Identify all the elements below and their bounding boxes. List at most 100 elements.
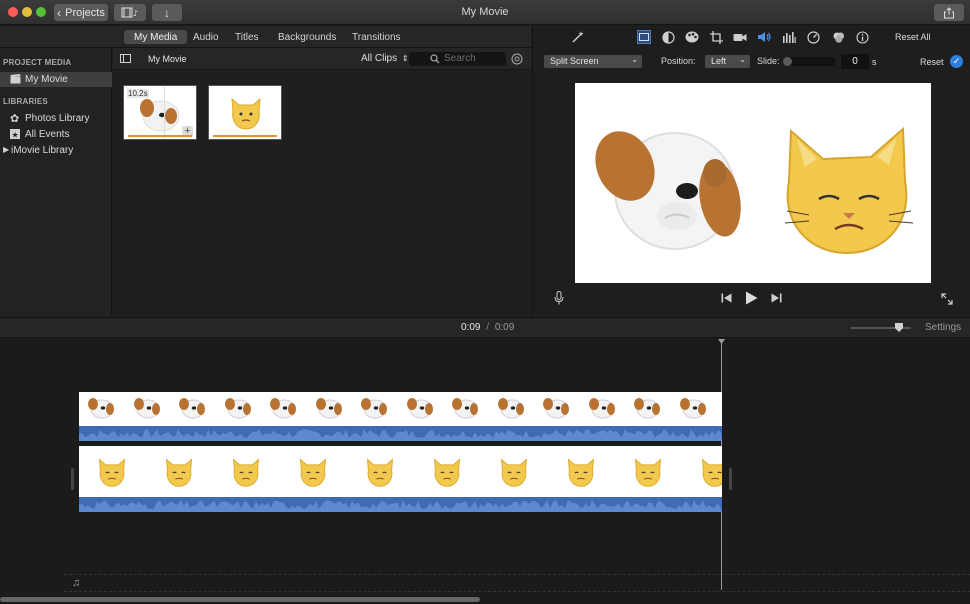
dog-frame-thumbnail [87,396,117,420]
media-tabs-bar: My Media Audio Titles Backgrounds Transi… [0,26,531,48]
play-icon[interactable] [743,290,759,306]
zoom-slider-knob[interactable] [895,323,903,332]
overlay-style-select[interactable]: Split Screen ⌄ [544,55,642,68]
info-icon[interactable] [855,30,869,44]
speed-icon[interactable] [806,30,820,44]
cat-frame-thumbnail [229,455,263,489]
timeline-clip-dog[interactable] [79,392,722,441]
library-sidebar: PROJECT MEDIA My Movie LIBRARIES ✿ Photo… [0,48,112,316]
reset-button[interactable]: Reset [920,57,944,67]
cat-frame-thumbnail [162,455,196,489]
tab-my-media[interactable]: My Media [124,30,188,44]
photos-flower-icon: ✿ [10,113,20,125]
fullscreen-icon[interactable] [940,292,954,306]
timeline-horizontal-scrollbar[interactable] [0,597,480,602]
libraries-header: LIBRARIES [3,97,48,106]
clip-trim-handle-right[interactable] [729,468,732,490]
position-select[interactable]: Left ⌄ [705,55,750,68]
overlay-settings-bar: Split Screen ⌄ Position: Left ⌄ Slide: 0… [533,52,970,74]
dog-frame-thumbnail [269,396,299,420]
reset-all-button[interactable]: Reset All [895,32,931,42]
cat-frame-thumbnail [631,455,665,489]
dog-frame-thumbnail [224,396,254,420]
clip-used-bar [213,135,277,137]
slide-unit-label: s [872,57,877,67]
clip-trim-handle-left[interactable] [71,468,74,490]
dog-frame-thumbnail [588,396,618,420]
cat-frame-thumbnail [698,455,722,489]
video-preview[interactable] [575,83,931,283]
share-button[interactable] [934,4,964,21]
tab-titles[interactable]: Titles [235,30,259,44]
tab-backgrounds[interactable]: Backgrounds [278,30,336,44]
search-placeholder: Search [444,53,476,64]
chevron-down-icon: ⌄ [739,55,746,64]
color-balance-icon[interactable] [661,30,675,44]
position-label: Position: [661,56,696,66]
sidebar-toggle-icon[interactable] [120,54,131,63]
slide-slider-knob[interactable] [783,57,792,66]
window-title: My Movie [461,6,509,18]
music-note-icon: ♫ [72,577,81,589]
tab-transitions[interactable]: Transitions [352,30,401,44]
browser-title: My Movie [148,54,187,64]
cat-animoji-icon [227,95,265,131]
clip-thumbnail-cat[interactable] [208,85,282,140]
cat-animoji-image [779,123,919,255]
search-field[interactable]: Search [409,52,506,66]
skip-back-icon[interactable] [719,292,733,304]
disclosure-triangle-icon[interactable]: ▶ [3,145,9,154]
sidebar-item-all-events[interactable]: ★ All Events [0,127,112,142]
updown-chevron-icon: ⇕ [401,54,409,63]
cat-frame-thumbnail [95,455,129,489]
dog-animoji-image [595,121,745,253]
crop-icon[interactable] [709,30,723,44]
slide-slider[interactable] [783,57,836,66]
equalizer-icon[interactable] [782,30,796,44]
cat-frame-thumbnail [430,455,464,489]
apply-checkmark-icon[interactable]: ✓ [950,55,963,68]
browser-toolbar: My Movie All Clips ⇕ Search [113,48,531,70]
timeline-toolbar: 0:09 / 0:09 Settings [0,317,970,338]
project-media-header: PROJECT MEDIA [3,58,72,67]
clip-used-bar [128,135,192,137]
zoom-slider[interactable] [851,323,911,332]
clip-thumbnail-dog[interactable]: 10.2s + [123,85,197,140]
microphone-icon[interactable] [552,291,566,305]
playhead-handle[interactable] [718,339,725,344]
timeline: ♫ [0,338,970,604]
skip-forward-icon[interactable] [769,292,783,304]
dog-frame-thumbnail [542,396,572,420]
dog-frame-thumbnail [360,396,390,420]
slide-duration-input[interactable]: 0 [841,54,869,69]
slide-label: Slide: [757,56,780,66]
color-correction-icon[interactable] [685,30,699,44]
dog-frame-thumbnail [406,396,436,420]
title-bar: ‹ Projects ♪ ↓ My Movie [0,0,970,25]
tab-audio[interactable]: Audio [193,30,219,44]
clapper-icon [10,74,21,84]
timeline-settings-button[interactable]: Settings [925,322,961,333]
sidebar-item-imovie-library[interactable]: ▶ iMovie Library [0,143,112,158]
magic-wand-icon[interactable] [571,30,585,44]
video-overlay-icon[interactable] [637,30,651,44]
dog-frame-thumbnail [679,396,709,420]
dog-frame-thumbnail [633,396,663,420]
noise-reduction-icon[interactable] [831,30,845,44]
cat-frame-thumbnail [497,455,531,489]
background-music-well[interactable]: ♫ [64,574,970,592]
stabilization-icon[interactable] [733,30,747,44]
sidebar-item-my-movie[interactable]: My Movie [0,72,112,87]
volume-icon[interactable] [757,30,771,44]
dog-frame-thumbnail [315,396,345,420]
media-browser: My Movie All Clips ⇕ Search 10.2s + [113,48,531,316]
share-icon [944,6,954,18]
settings-gear-icon[interactable] [511,53,523,65]
sidebar-item-photos-library[interactable]: ✿ Photos Library [0,111,112,126]
adjustments-toolbar: Reset All [533,26,970,48]
audio-waveform [79,426,722,441]
cat-frame-strip [79,446,722,497]
clip-filter-select[interactable]: All Clips ⇕ [361,53,409,64]
timecode-display: 0:09 / 0:09 [461,322,515,333]
timeline-clip-cat[interactable] [79,446,722,512]
